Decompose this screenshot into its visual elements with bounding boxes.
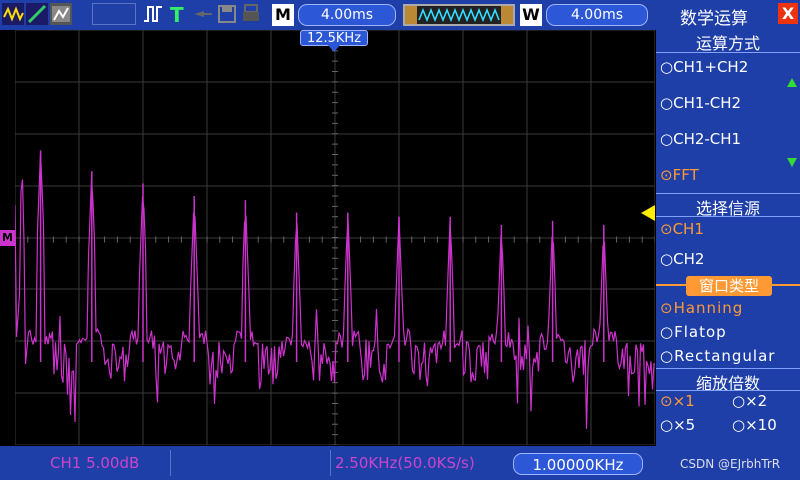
separator xyxy=(656,52,800,53)
span-readout: 2.50KHz(50.0KS/s) xyxy=(335,454,475,472)
radio-icon: ○ xyxy=(660,250,674,268)
panel-title: 数学运算 xyxy=(680,9,748,29)
radio-icon: ○ xyxy=(660,58,674,76)
separator xyxy=(656,390,800,391)
freq-marker-arrow-icon xyxy=(328,45,340,52)
svg-text:T: T xyxy=(170,3,184,25)
close-button[interactable]: X xyxy=(778,3,798,24)
radio-icon: ○ xyxy=(732,392,746,410)
fft-plot xyxy=(14,29,656,446)
math-channel-marker: M xyxy=(0,230,15,246)
window-label: W xyxy=(520,4,542,26)
operation-option[interactable]: ○CH1+CH2 xyxy=(660,58,748,76)
window-overview[interactable] xyxy=(403,4,515,26)
zoom-option[interactable]: ○×2 xyxy=(732,392,767,410)
radio-selected-icon: ⊙ xyxy=(660,220,673,238)
persistence-icon[interactable] xyxy=(50,3,72,25)
freq-marker: 12.5KHz xyxy=(300,30,368,46)
scroll-down-icon[interactable] xyxy=(787,158,797,167)
window-timebase-display[interactable]: 4.00ms xyxy=(546,4,648,26)
operation-option-selected[interactable]: ⊙FFT xyxy=(660,166,699,184)
source-option[interactable]: ○CH2 xyxy=(660,250,704,268)
separator xyxy=(656,216,800,217)
window-header: 窗口类型 xyxy=(686,276,772,296)
waveform-icon[interactable] xyxy=(2,3,24,25)
bottom-divider xyxy=(170,450,171,476)
radio-selected-icon: ⊙ xyxy=(660,166,673,184)
radio-icon: ○ xyxy=(660,416,674,434)
timebase-display[interactable]: 4.00ms xyxy=(298,4,396,26)
status-box xyxy=(92,3,136,25)
window-option[interactable]: ○Flatop xyxy=(660,323,727,341)
source-option-selected[interactable]: ⊙CH1 xyxy=(660,220,704,238)
radio-selected-icon: ⊙ xyxy=(660,299,674,317)
separator xyxy=(656,193,800,194)
operation-option[interactable]: ○CH1-CH2 xyxy=(660,94,741,112)
trigger-level-arrow-icon xyxy=(641,205,655,221)
scroll-up-icon[interactable] xyxy=(787,78,797,87)
separator xyxy=(656,368,800,369)
print-icon xyxy=(240,3,262,25)
save-icon[interactable] xyxy=(216,3,238,25)
radio-icon: ○ xyxy=(660,323,675,341)
pulse-trigger-icon[interactable] xyxy=(142,3,164,25)
radio-selected-icon: ⊙ xyxy=(660,392,673,410)
radio-icon: ○ xyxy=(660,94,674,112)
center-frequency-display[interactable]: 1.00000KHz xyxy=(513,453,643,475)
zoom-option[interactable]: ○×5 xyxy=(660,416,695,434)
channel-scale: CH1 5.00dB xyxy=(50,454,140,472)
main-timebase-label: M xyxy=(272,4,294,26)
window-option[interactable]: ○Rectangular xyxy=(660,347,775,365)
fft-trace-svg xyxy=(14,29,656,446)
cursor-ramp-icon[interactable] xyxy=(26,3,48,25)
zoom-option-selected[interactable]: ⊙×1 xyxy=(660,392,695,410)
bottom-divider xyxy=(330,450,331,476)
zoom-option[interactable]: ○×10 xyxy=(732,416,777,434)
operation-option[interactable]: ○CH2-CH1 xyxy=(660,130,741,148)
radio-icon: ○ xyxy=(660,347,675,365)
window-option-selected[interactable]: ⊙Hanning xyxy=(660,299,743,317)
radio-icon: ○ xyxy=(732,416,746,434)
operation-header: 运算方式 xyxy=(695,34,760,53)
probe-icon xyxy=(192,3,214,25)
trigger-t-icon[interactable]: T xyxy=(166,3,188,27)
radio-icon: ○ xyxy=(660,130,674,148)
watermark: CSDN @EJrbhTrR xyxy=(680,457,781,471)
